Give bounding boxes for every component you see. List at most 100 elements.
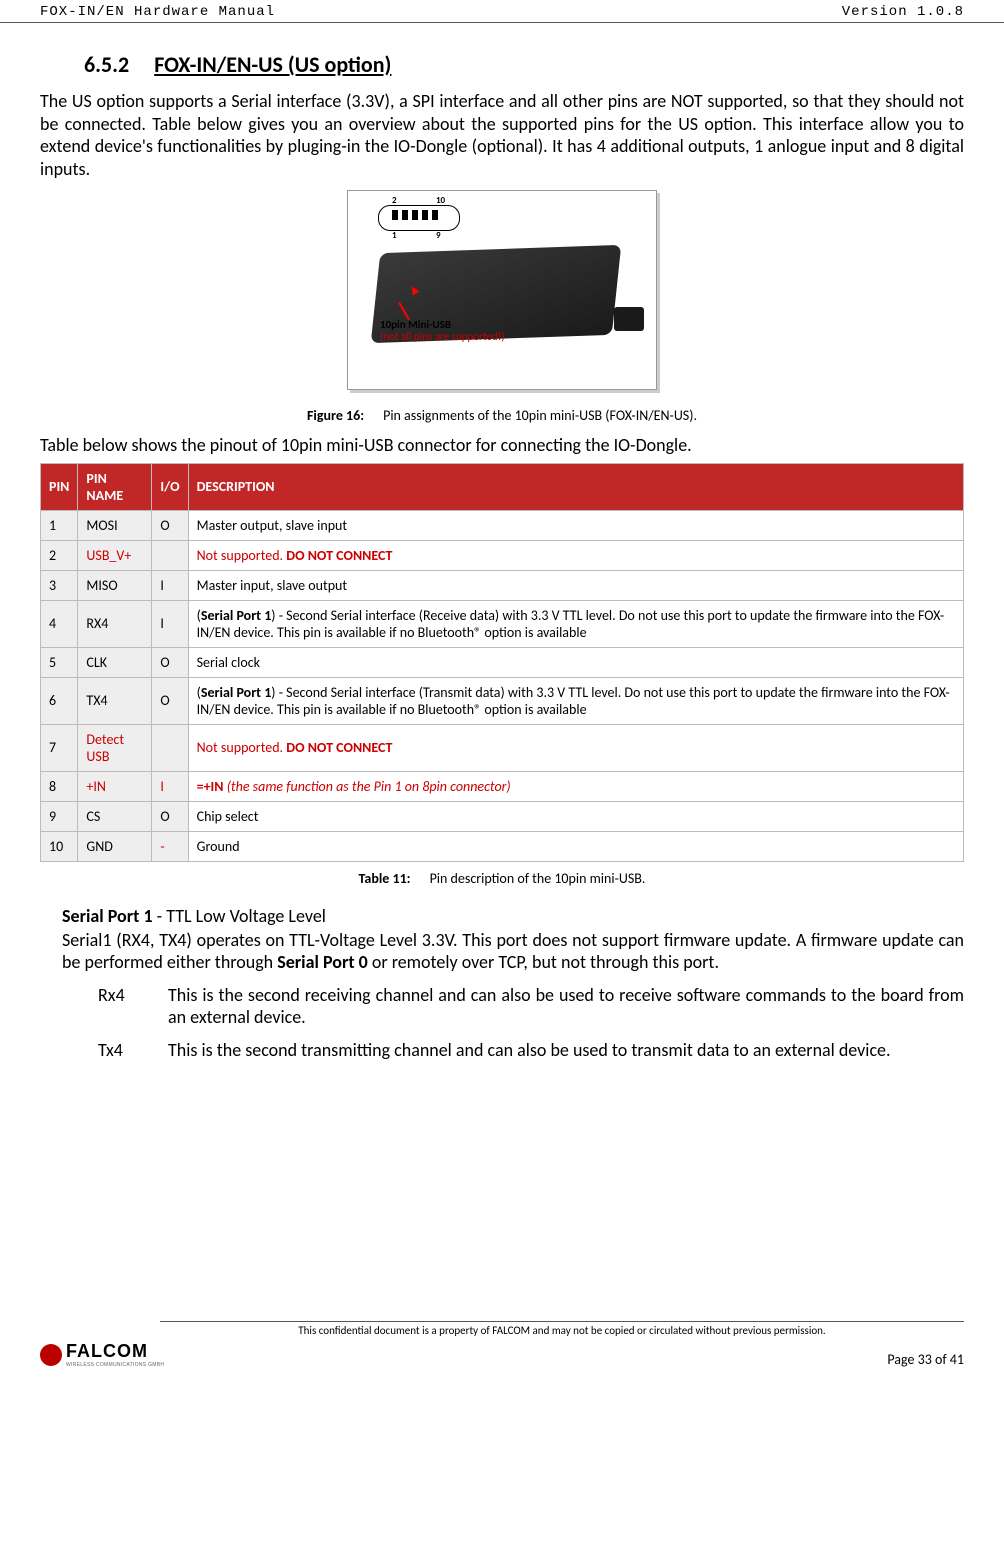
- cell-pin: 4: [41, 600, 78, 647]
- table-row: 10GND-Ground: [41, 831, 964, 861]
- device-plug: [614, 307, 644, 331]
- definition-desc: This is the second receiving channel and…: [168, 984, 964, 1029]
- figure-container: 2 10 1 9 10pin Mini-USB (not all pins ar…: [40, 190, 964, 424]
- cell-pin: 5: [41, 647, 78, 677]
- section-name: FOX-IN/EN-US (US option): [154, 51, 391, 78]
- figure-caption-label: Figure 16:: [307, 407, 364, 424]
- cell-io: O: [152, 677, 188, 724]
- cell-pin: 6: [41, 677, 78, 724]
- table-caption: Table 11: Pin description of the 10pin m…: [40, 870, 964, 887]
- table-caption-text: Pin description of the 10pin mini-USB.: [430, 870, 646, 887]
- cell-pin-name: MISO: [78, 570, 152, 600]
- table-row: 3MISOIMaster input, slave output: [41, 570, 964, 600]
- conn-pin-label: 9: [436, 230, 441, 241]
- page-number: Page 33 of 41: [887, 1351, 964, 1368]
- cell-pin-name: MOSI: [78, 510, 152, 540]
- definition-row: Rx4This is the second receiving channel …: [98, 984, 964, 1029]
- cell-pin-name: +IN: [78, 771, 152, 801]
- cell-pin-name: USB_V+: [78, 540, 152, 570]
- cell-io: I: [152, 771, 188, 801]
- cell-description: Not supported. DO NOT CONNECT: [188, 540, 963, 570]
- header-right: Version 1.0.8: [842, 4, 964, 20]
- serial-port-title-bold: Serial Port 1: [62, 905, 153, 927]
- sp-body-bold: Serial Port 0: [277, 951, 368, 973]
- serial-port-title: Serial Port 1 - TTL Low Voltage Level: [62, 905, 964, 927]
- cell-description: Not supported. DO NOT CONNECT: [188, 724, 963, 771]
- cell-pin-name: CLK: [78, 647, 152, 677]
- falcom-logo: FALCOM WIRELESS COMMUNICATIONS GMBH: [40, 1341, 164, 1368]
- usb-label-line1: 10pin Mini-USB: [380, 318, 451, 331]
- cell-io: O: [152, 647, 188, 677]
- cell-pin: 9: [41, 801, 78, 831]
- definition-list: Rx4This is the second receiving channel …: [98, 984, 964, 1062]
- usb-callout-label: 10pin Mini-USB (not all pins are support…: [380, 319, 505, 343]
- section-heading: 6.5.2 FOX-IN/EN-US (US option): [84, 51, 964, 78]
- conn-pin-label: 1: [392, 230, 397, 241]
- connector-diagram: 2 10 1 9: [378, 197, 458, 237]
- table-intro: Table below shows the pinout of 10pin mi…: [40, 434, 964, 457]
- table-row: 4RX4I(Serial Port 1) - Second Serial int…: [41, 600, 964, 647]
- definition-term: Tx4: [98, 1039, 168, 1062]
- definition-row: Tx4This is the second transmitting chann…: [98, 1039, 964, 1062]
- cell-pin-name: TX4: [78, 677, 152, 724]
- header-left: FOX-IN/EN Hardware Manual: [40, 4, 275, 20]
- figure-caption: Figure 16: Pin assignments of the 10pin …: [40, 407, 964, 424]
- page-footer: This confidential document is a property…: [0, 1321, 1004, 1380]
- cell-description: Master input, slave output: [188, 570, 963, 600]
- cell-pin: 1: [41, 510, 78, 540]
- page-header: FOX-IN/EN Hardware Manual Version 1.0.8: [0, 0, 1004, 23]
- logo-icon: [40, 1344, 62, 1366]
- definition-term: Rx4: [98, 984, 168, 1029]
- cell-pin: 8: [41, 771, 78, 801]
- cell-pin: 3: [41, 570, 78, 600]
- cell-description: Chip select: [188, 801, 963, 831]
- cell-pin-name: Detect USB: [78, 724, 152, 771]
- logo-text: FALCOM: [66, 1341, 164, 1362]
- table-row: 7Detect USB Not supported. DO NOT CONNECT: [41, 724, 964, 771]
- usb-label-warning: (not all pins are supported!): [380, 330, 505, 343]
- cell-io: -: [152, 831, 188, 861]
- section-number: 6.5.2: [84, 51, 129, 78]
- pinout-table: PIN PIN NAME I/O DESCRIPTION 1MOSIOMaste…: [40, 463, 964, 862]
- cell-pin: 7: [41, 724, 78, 771]
- cell-io: [152, 540, 188, 570]
- table-row: 5CLKOSerial clock: [41, 647, 964, 677]
- cell-io: I: [152, 600, 188, 647]
- table-row: 1MOSIOMaster output, slave input: [41, 510, 964, 540]
- intro-paragraph: The US option supports a Serial interfac…: [40, 90, 964, 180]
- table-row: 8+INI=+IN (the same function as the Pin …: [41, 771, 964, 801]
- table-header-row: PIN PIN NAME I/O DESCRIPTION: [41, 463, 964, 510]
- footer-disclaimer: This confidential document is a property…: [160, 1324, 964, 1337]
- th-pin: PIN: [41, 463, 78, 510]
- serial-port-section: Serial Port 1 - TTL Low Voltage Level Se…: [62, 905, 964, 1062]
- cell-description: (Serial Port 1) - Second Serial interfac…: [188, 677, 963, 724]
- cell-description: Serial clock: [188, 647, 963, 677]
- cell-io: [152, 724, 188, 771]
- th-desc: DESCRIPTION: [188, 463, 963, 510]
- th-name: PIN NAME: [78, 463, 152, 510]
- table-row: 9CSOChip select: [41, 801, 964, 831]
- cell-pin: 2: [41, 540, 78, 570]
- figure-caption-text: Pin assignments of the 10pin mini-USB (F…: [383, 407, 697, 424]
- table-row: 6TX4O(Serial Port 1) - Second Serial int…: [41, 677, 964, 724]
- cell-description: (Serial Port 1) - Second Serial interfac…: [188, 600, 963, 647]
- th-io: I/O: [152, 463, 188, 510]
- table-caption-label: Table 11:: [359, 870, 411, 887]
- cell-pin-name: GND: [78, 831, 152, 861]
- sp-body-post: or remotely over TCP, but not through th…: [368, 951, 719, 973]
- cell-io: O: [152, 510, 188, 540]
- serial-port-body: Serial1 (RX4, TX4) operates on TTL-Volta…: [62, 929, 964, 974]
- cell-pin: 10: [41, 831, 78, 861]
- serial-port-title-rest: - TTL Low Voltage Level: [153, 905, 326, 927]
- cell-io: I: [152, 570, 188, 600]
- definition-desc: This is the second transmitting channel …: [168, 1039, 964, 1062]
- device-illustration: 2 10 1 9 10pin Mini-USB (not all pins ar…: [347, 190, 657, 390]
- cell-description: =+IN (the same function as the Pin 1 on …: [188, 771, 963, 801]
- logo-subtitle: WIRELESS COMMUNICATIONS GMBH: [66, 1362, 164, 1368]
- cell-pin-name: RX4: [78, 600, 152, 647]
- cell-description: Master output, slave input: [188, 510, 963, 540]
- cell-io: O: [152, 801, 188, 831]
- cell-pin-name: CS: [78, 801, 152, 831]
- cell-description: Ground: [188, 831, 963, 861]
- table-row: 2USB_V+ Not supported. DO NOT CONNECT: [41, 540, 964, 570]
